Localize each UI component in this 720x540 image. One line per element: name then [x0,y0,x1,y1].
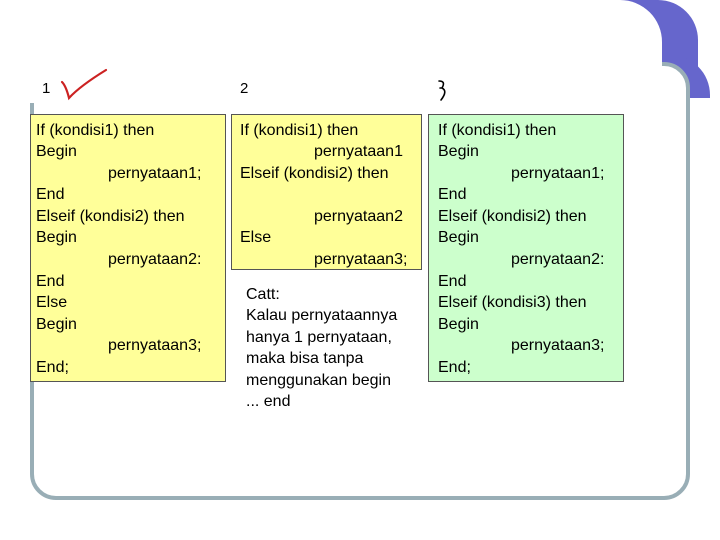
code-line: If (kondisi1) then [36,122,155,139]
column-1-number: 1 [42,80,51,97]
code-line: Begin [36,143,77,160]
code-line: End [438,186,467,203]
code-line: Begin [36,229,77,246]
code-line: pernyataan1; [511,165,605,182]
note-line: ... end [246,393,291,410]
code-line: pernyataan2: [108,251,202,268]
code-line: End [36,273,65,290]
code-line: pernyataan2: [511,251,605,268]
code-line: Begin [36,316,77,333]
note-line: Kalau pernyataannya [246,307,398,324]
note-line: Catt: [246,286,280,303]
code-line: Begin [438,143,479,160]
code-line: Else [36,294,68,311]
note-line: maka bisa tanpa [246,350,364,367]
checkmark-icon [60,68,108,101]
code-line: Else [240,229,272,246]
code-line: Elseif (kondisi2) then [240,165,389,182]
code-line: Elseif (kondisi2) then [438,208,587,225]
code-line: Elseif (kondisi2) then [36,208,185,225]
code-line: pernyataan3; [314,251,408,268]
code-line: pernyataan1 [314,143,403,160]
code-line: End; [438,359,471,376]
code-line: Elseif (kondisi3) then [438,294,587,311]
column-2-number: 2 [240,80,249,97]
code-line: pernyataan3; [511,337,605,354]
note-line: hanya 1 pernyataan, [246,329,392,346]
code-line: Begin [438,229,479,246]
code-line: pernyataan3; [108,337,202,354]
note-line: menggunakan begin [246,372,392,389]
code-line: If (kondisi1) then [240,122,359,139]
code-line: End [438,273,467,290]
code-line: pernyataan2 [314,208,403,225]
code-line: pernyataan1; [108,165,202,182]
code-line: End; [36,359,69,376]
code-line: End [36,186,65,203]
handwritten-three-icon [438,80,446,101]
code-line: If (kondisi1) then [438,122,557,139]
code-line: Begin [438,316,479,333]
